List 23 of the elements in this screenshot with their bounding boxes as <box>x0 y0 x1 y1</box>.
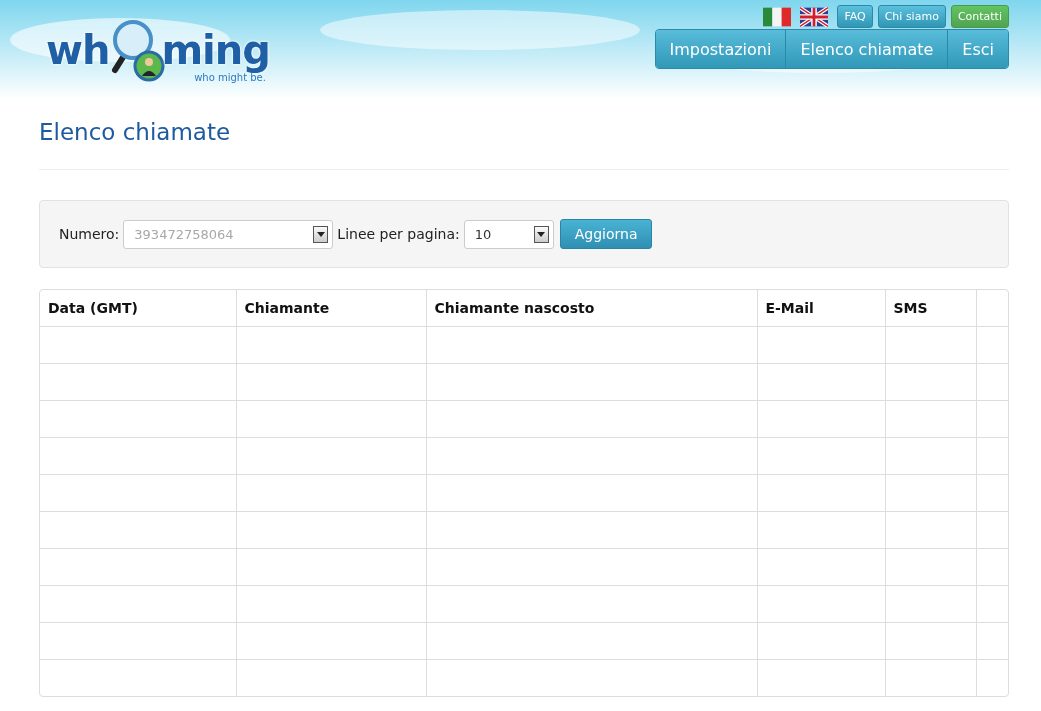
logo[interactable]: wh ming who might be. <box>46 18 270 92</box>
uk-flag-icon[interactable] <box>800 6 829 27</box>
logo-tagline: who might be. <box>194 72 266 83</box>
column-header[interactable]: Data (GMT) <box>40 290 236 326</box>
top-link-button[interactable]: FAQ <box>837 5 873 28</box>
column-header[interactable]: Chiamante <box>236 290 426 326</box>
nav-button[interactable]: Impostazioni <box>655 30 786 68</box>
column-header[interactable]: Chiamante nascosto <box>426 290 757 326</box>
nav-button[interactable]: Elenco chiamate <box>785 30 948 68</box>
column-header[interactable]: E-Mail <box>757 290 885 326</box>
logo-text: wh <box>46 26 110 74</box>
lines-per-page-label: Linee per pagina: <box>337 226 460 242</box>
logo-text: ming <box>161 26 270 73</box>
top-link-button[interactable]: Contatti <box>950 5 1009 28</box>
top-link-button[interactable]: Chi siamo <box>877 5 946 28</box>
page-title: Elenco chiamate <box>39 118 232 147</box>
lines-per-page-select[interactable]: 10 <box>463 219 554 249</box>
column-header[interactable]: SMS <box>885 290 976 326</box>
update-button[interactable]: Aggiorna <box>559 219 653 249</box>
nav-button[interactable]: Esci <box>947 30 1008 68</box>
number-select[interactable]: 393472758064 <box>123 219 334 249</box>
italian-flag-icon[interactable] <box>763 6 792 27</box>
number-label: Numero: <box>59 226 120 242</box>
